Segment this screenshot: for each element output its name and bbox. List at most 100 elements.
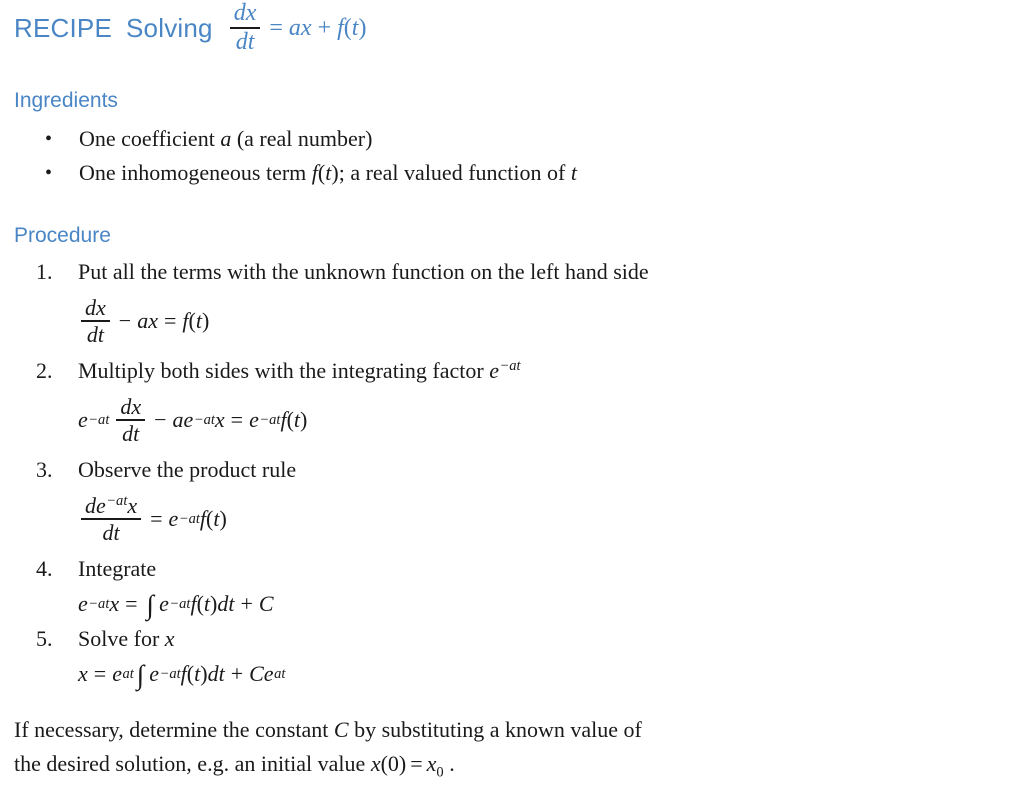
title-close-paren: ) <box>358 14 367 41</box>
step-2-open-paren: ( <box>286 407 294 432</box>
title-fraction: dx dt <box>229 0 261 55</box>
step-2-mid-e: e <box>183 407 194 432</box>
ingredient-2-prefix: One inhomogeneous term <box>79 160 312 185</box>
step-1-text: Put all the terms with the unknown funct… <box>78 259 649 284</box>
bullet-icon: • <box>45 162 53 184</box>
step-2-fraction-numerator: dx <box>120 394 142 420</box>
step-2-equation: e −at dx dt − a e −at x = e −at f(t) <box>78 394 308 446</box>
ingredient-1-suffix: (a real number) <box>231 126 373 151</box>
step-1-open-paren: ( <box>188 308 196 333</box>
step-5-open-paren: ( <box>186 660 195 686</box>
step-5-text-before: Solve for <box>78 626 165 651</box>
step-4-equation: e −at x = ∫ e −at f(t) dt + C <box>78 588 274 620</box>
step-3-number: 3. <box>36 457 53 482</box>
bullet-icon: • <box>45 128 53 150</box>
step-4-close-paren: ) <box>210 590 218 616</box>
step-1-number: 1. <box>36 259 53 284</box>
document-page: RECIPE Solving dx dt = a x + f ( t ) Ing… <box>0 0 1024 793</box>
procedure-list: 1. Put all the terms with the unknown fu… <box>0 255 1010 692</box>
ingredient-text-2: One inhomogeneous term f(t); a real valu… <box>79 156 577 190</box>
step-2-number: 2. <box>36 358 53 383</box>
step-5-close-paren: ) <box>200 660 208 686</box>
step-5-equation: x = e at ∫ e −at f(t) dt + Ce at <box>78 658 286 690</box>
step-5-number: 5. <box>36 626 53 651</box>
step-5-plus-operator: + <box>230 660 244 686</box>
step-1-variable-x: x <box>148 308 158 333</box>
step-1-equals-operator: = <box>163 308 177 333</box>
step-3-numerator-x: x <box>127 493 138 519</box>
step-2-rhs-e: e <box>249 407 259 432</box>
step-2-lhs-e: e <box>78 407 88 432</box>
step-4-lhs-e: e <box>78 590 88 616</box>
closing-period: . <box>449 751 455 776</box>
closing-equals-operator: = <box>410 751 423 776</box>
step-1-close-paren: ) <box>201 308 210 333</box>
step-4-number: 4. <box>36 556 53 581</box>
step-3-open-paren: ( <box>206 506 214 531</box>
ingredient-1-prefix: One coefficient <box>79 126 221 151</box>
ingredient-2-close-paren: ) <box>331 160 339 185</box>
step-2-text: Multiply both sides with the integrating… <box>78 354 521 387</box>
closing-subscript-zero: 0 <box>436 764 444 781</box>
step-1-coefficient-a: a <box>137 308 149 333</box>
ingredient-2-suffix: ; a real valued function of <box>338 160 571 185</box>
step-3-numerator-exponent: −at <box>106 492 128 509</box>
closing-line-1-suffix: by substituting a known value of <box>348 717 642 742</box>
step-2-exponent: −at <box>499 357 521 374</box>
title-solving-label: Solving <box>126 12 213 43</box>
closing-line-1-prefix: If necessary, determine the constant <box>14 717 334 742</box>
title-fraction-numerator: dx <box>233 0 257 27</box>
procedure-step-2: 2. Multiply both sides with the integrat… <box>0 354 1010 387</box>
title-coefficient-a: a <box>288 14 301 41</box>
step-5-differential-dt: dt <box>207 660 225 686</box>
step-1-equation: dx dt − a x = f ( t ) <box>0 288 1010 354</box>
step-3-equation: de−atx dt = e −at f(t) <box>0 486 1010 552</box>
closing-line-1: If necessary, determine the constant C b… <box>14 713 894 747</box>
step-3-fraction-numerator: de−atx <box>81 494 141 518</box>
title-equation: dx dt = a x + f ( t ) <box>227 0 367 55</box>
ingredients-heading: Ingredients <box>14 89 118 112</box>
step-4-variable-x: x <box>109 590 120 616</box>
closing-paragraph: If necessary, determine the constant C b… <box>14 713 894 781</box>
step-4-equals-operator: = <box>125 590 138 616</box>
title-recipe-label: RECIPE <box>14 12 113 43</box>
title-argument-t: t <box>351 14 359 41</box>
step-4-differential-dt: dt <box>217 590 235 616</box>
title-fraction-denominator: dt <box>235 28 255 55</box>
step-2-fraction-denominator: dt <box>122 420 140 446</box>
step-4-constant-C: C <box>258 590 274 616</box>
step-4-rhs-e: e <box>159 590 169 616</box>
integral-icon: ∫ <box>136 658 145 690</box>
step-2-variable-x: x <box>214 407 225 432</box>
title-function-f: f <box>337 14 344 41</box>
procedure-step-1: 1. Put all the terms with the unknown fu… <box>0 255 1010 288</box>
step-4-text: Integrate <box>78 556 157 581</box>
step-2-coefficient-a: a <box>172 407 184 432</box>
step-3-equals-operator: = <box>150 506 163 531</box>
integral-icon: ∫ <box>146 588 155 620</box>
step-3-rhs-e: e <box>168 506 179 531</box>
closing-line-2: the desired solution, e.g. an initial va… <box>14 747 894 781</box>
title-plus-operator: + <box>317 14 332 41</box>
closing-line-2-prefix: the desired solution, e.g. an initial va… <box>14 751 371 776</box>
ingredient-1-symbol: a <box>220 126 232 151</box>
closing-zero-argument: 0 <box>387 751 399 776</box>
step-2-equals-operator: = <box>230 407 244 432</box>
step-3-text: Observe the product rule <box>78 457 297 482</box>
step-2-text-before: Multiply both sides with the integrating… <box>78 358 490 383</box>
step-3-fraction-denominator: dt <box>102 519 120 545</box>
list-item: • One coefficient a (a real number) <box>0 122 1000 156</box>
step-2-fraction: dx dt <box>116 394 146 446</box>
list-item: • One inhomogeneous term f(t); a real va… <box>0 156 1000 190</box>
step-1-fraction-denominator: dt <box>86 321 104 347</box>
step-4-plus-operator: + <box>240 590 253 616</box>
step-5-e-negative: e <box>149 660 160 686</box>
procedure-step-5: 5. Solve for x <box>0 622 1010 655</box>
step-1-fraction: dx dt <box>81 296 110 346</box>
step-2-exponential-base: e <box>489 358 499 383</box>
procedure-heading: Procedure <box>14 224 111 247</box>
step-3-numerator-de: de <box>85 493 106 519</box>
step-3-close-paren: ) <box>219 506 227 531</box>
closing-initial-x: x <box>426 751 437 776</box>
title-open-paren: ( <box>343 14 352 41</box>
